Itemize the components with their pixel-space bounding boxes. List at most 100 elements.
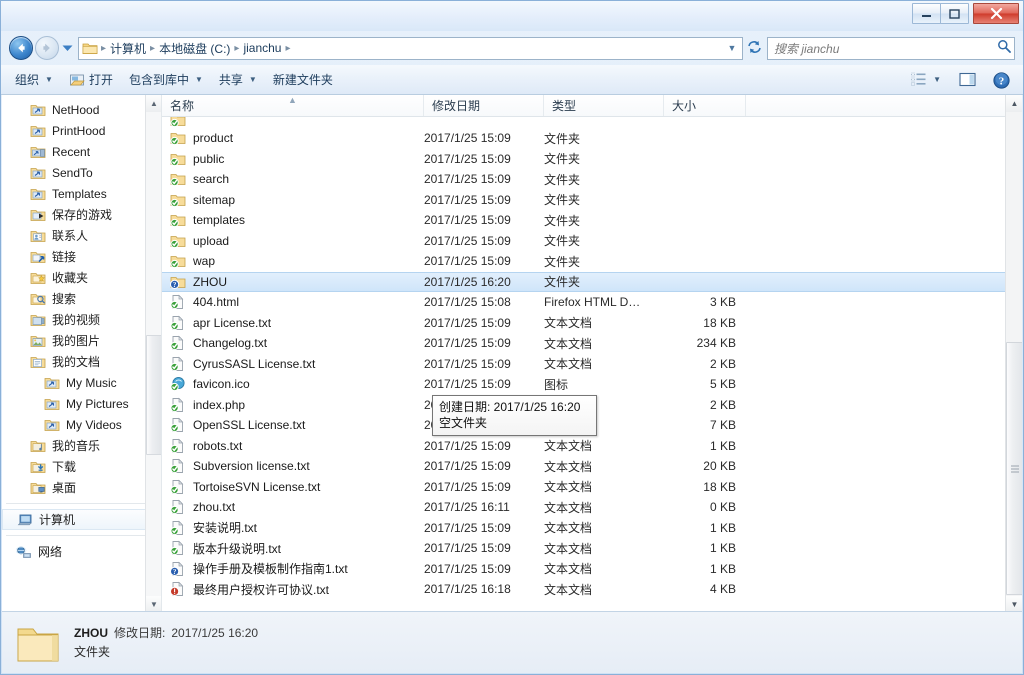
table-row[interactable]: public 2017/1/25 15:09 文件夹 xyxy=(162,149,1022,170)
search-box[interactable]: 搜索 jianchu xyxy=(767,36,1015,60)
details-date-label: 修改日期: xyxy=(114,625,166,640)
table-row[interactable]: robots.txt 2017/1/25 15:09 文本文档 1 KB xyxy=(162,436,1022,457)
include-in-library-button[interactable]: 包含到库中 ▼ xyxy=(121,68,211,91)
sidebar-item-printhood[interactable]: PrintHood xyxy=(2,120,161,141)
table-row[interactable]: Changelog.txt 2017/1/25 15:09 文本文档 234 K… xyxy=(162,333,1022,354)
sidebar-item-computer[interactable]: 计算机 xyxy=(2,509,161,530)
column-header-date[interactable]: 修改日期 xyxy=(424,95,544,116)
file-type-cell: 文本文档 xyxy=(544,541,593,556)
new-folder-button[interactable]: 新建文件夹 xyxy=(265,68,341,91)
breadcrumb-separator: ▸ xyxy=(101,42,107,54)
sidebar-item-favorites[interactable]: 收藏夹 xyxy=(2,267,161,288)
table-row[interactable]: wap 2017/1/25 15:09 文件夹 xyxy=(162,251,1022,272)
table-row[interactable]: sitemap 2017/1/25 15:09 文件夹 xyxy=(162,190,1022,211)
sidebar-item-downloads[interactable]: 下载 xyxy=(2,456,161,477)
table-row[interactable]: CyrusSASL License.txt 2017/1/25 15:09 文本… xyxy=(162,354,1022,375)
column-header-filler xyxy=(746,95,1022,116)
table-row[interactable]: search 2017/1/25 15:09 文件夹 xyxy=(162,169,1022,190)
table-row[interactable]: templates 2017/1/25 15:09 文件夹 xyxy=(162,210,1022,231)
table-row[interactable]: 安装说明.txt 2017/1/25 15:09 文本文档 1 KB xyxy=(162,518,1022,539)
address-dropdown-button[interactable]: ▼ xyxy=(724,43,740,53)
navigation-scrollbar[interactable]: ▲ ▼ xyxy=(145,95,161,613)
shortcut-folder-icon xyxy=(30,102,46,118)
maximize-button[interactable] xyxy=(940,3,969,24)
svn-file-ok-icon xyxy=(170,438,186,454)
breadcrumb-item-jianchu[interactable]: jianchu xyxy=(240,40,284,56)
sidebar-item-my-pictures[interactable]: 我的图片 xyxy=(2,330,161,351)
open-label: 打开 xyxy=(88,73,113,87)
file-name-label: 404.html xyxy=(193,295,240,310)
file-date-cell: 2017/1/25 15:09 xyxy=(424,315,511,330)
sidebar-item-contacts[interactable]: 联系人 xyxy=(2,225,161,246)
file-name-cell: index.php xyxy=(162,397,424,413)
change-view-button[interactable]: ▼ xyxy=(903,69,949,91)
file-name-cell: sitemap xyxy=(162,192,424,208)
nav-scroll-thumb[interactable] xyxy=(146,335,161,455)
minimize-button[interactable] xyxy=(912,3,941,24)
sidebar-item-my-pictures-en[interactable]: My Pictures xyxy=(2,393,161,414)
sidebar-item-sendto[interactable]: SendTo xyxy=(2,162,161,183)
refresh-button[interactable] xyxy=(743,40,765,57)
table-row[interactable]: favicon.ico 2017/1/25 15:09 图标 5 KB xyxy=(162,374,1022,395)
sidebar-item-my-music[interactable]: 我的音乐 xyxy=(2,435,161,456)
open-button[interactable]: 打开 xyxy=(61,68,121,91)
column-header-size[interactable]: 大小 xyxy=(664,95,746,116)
table-row[interactable]: apr License.txt 2017/1/25 15:09 文本文档 18 … xyxy=(162,313,1022,334)
minimize-icon xyxy=(922,15,931,17)
breadcrumb-item-computer[interactable]: 计算机 xyxy=(107,39,149,58)
file-scroll-up-button[interactable]: ▲ xyxy=(1006,95,1022,112)
share-button[interactable]: 共享 ▼ xyxy=(211,68,265,91)
sidebar-item-links[interactable]: 链接 xyxy=(2,246,161,267)
column-header-type[interactable]: 类型 xyxy=(544,95,664,116)
close-button[interactable] xyxy=(973,3,1019,24)
column-header-name[interactable]: ▲ 名称 xyxy=(162,95,424,116)
svn-folder-ok-icon xyxy=(170,212,186,228)
table-row[interactable]: zhou.txt 2017/1/25 16:11 文本文档 0 KB xyxy=(162,497,1022,518)
table-row-selected[interactable]: ? ZHOU 2017/1/25 16:20 文件夹 xyxy=(162,271,1022,292)
table-row-clipped[interactable] xyxy=(162,117,1022,128)
organize-button[interactable]: 组织 ▼ xyxy=(7,68,61,91)
file-name-label: templates xyxy=(193,213,246,228)
nav-scroll-up-button[interactable]: ▲ xyxy=(146,95,161,112)
sidebar-item-my-music-en[interactable]: My Music xyxy=(2,372,161,393)
help-button[interactable]: ? xyxy=(985,69,1017,91)
sidebar-item-nethood[interactable]: NetHood xyxy=(2,99,161,120)
forward-button[interactable] xyxy=(35,36,59,60)
history-dropdown-button[interactable] xyxy=(60,37,74,59)
sidebar-item-searches[interactable]: 搜索 xyxy=(2,288,161,309)
file-date-cell: 2017/1/25 15:09 xyxy=(424,192,511,207)
table-row[interactable]: 版本升级说明.txt 2017/1/25 15:09 文本文档 1 KB xyxy=(162,538,1022,559)
sidebar-item-desktop[interactable]: 桌面 xyxy=(2,477,161,498)
sidebar-item-templates[interactable]: Templates xyxy=(2,183,161,204)
file-list-scrollbar[interactable]: ▲ ▼ xyxy=(1005,95,1022,613)
file-type-cell: 文件夹 xyxy=(544,275,581,290)
sidebar-item-my-videos-en[interactable]: My Videos xyxy=(2,414,161,435)
table-row[interactable]: ? 操作手册及模板制作指南1.txt 2017/1/25 15:09 文本文档 … xyxy=(162,559,1022,580)
table-row[interactable]: 最终用户授权许可协议.txt 2017/1/25 16:18 文本文档 4 KB xyxy=(162,579,1022,600)
table-row[interactable]: product 2017/1/25 15:09 文件夹 xyxy=(162,128,1022,149)
sidebar-item-label: My Music xyxy=(66,375,117,390)
table-row[interactable]: Subversion license.txt 2017/1/25 15:09 文… xyxy=(162,456,1022,477)
back-button[interactable] xyxy=(9,36,33,60)
file-size-cell: 0 KB xyxy=(709,500,736,515)
sidebar-item-recent[interactable]: Recent xyxy=(2,141,161,162)
breadcrumb-item-local-disk[interactable]: 本地磁盘 (C:) xyxy=(156,39,233,58)
details-pane: ZHOU 修改日期: 2017/1/25 16:20 文件夹 xyxy=(2,611,1022,673)
address-input[interactable]: ▸ 计算机 ▸ 本地磁盘 (C:) ▸ jianchu ▸ ▼ xyxy=(78,36,743,60)
table-row[interactable]: 404.html 2017/1/25 15:08 Firefox HTML D…… xyxy=(162,292,1022,313)
search-input[interactable]: 搜索 jianchu xyxy=(774,40,997,57)
svn-file-ok-icon xyxy=(170,540,186,556)
preview-pane-button[interactable] xyxy=(951,69,983,91)
table-row[interactable]: upload 2017/1/25 15:09 文件夹 xyxy=(162,231,1022,252)
organize-label: 组织 xyxy=(15,73,40,87)
file-name-label: search xyxy=(193,172,230,187)
file-date-cell: 2017/1/25 15:09 xyxy=(424,233,511,248)
sidebar-item-saved-games[interactable]: 保存的游戏 xyxy=(2,204,161,225)
sidebar-item-label: SendTo xyxy=(52,165,93,180)
file-scroll-thumb[interactable] xyxy=(1006,342,1022,595)
column-header-label: 类型 xyxy=(552,99,577,113)
table-row[interactable]: TortoiseSVN License.txt 2017/1/25 15:09 … xyxy=(162,477,1022,498)
sidebar-item-network[interactable]: 网络 xyxy=(2,541,161,562)
sidebar-item-my-documents[interactable]: 我的文档 xyxy=(2,351,161,372)
sidebar-item-my-videos[interactable]: 我的视频 xyxy=(2,309,161,330)
